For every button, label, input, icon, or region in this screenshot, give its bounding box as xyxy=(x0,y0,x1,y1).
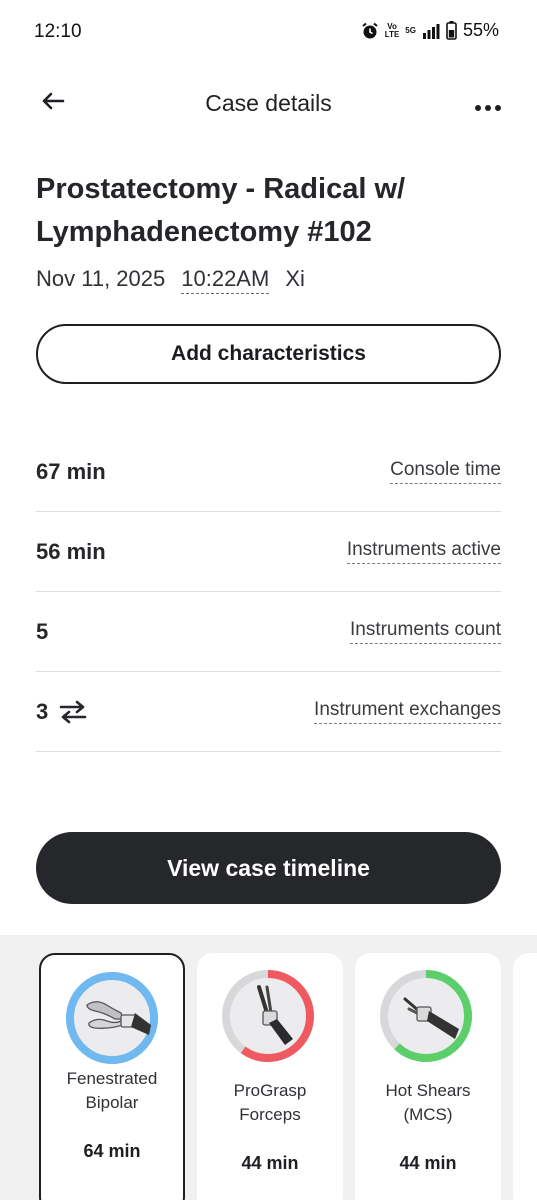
swap-arrows-icon xyxy=(59,700,87,723)
instrument-name: Fenestrated Bipolar xyxy=(41,1067,183,1115)
volte-indicator: Vo LTE xyxy=(384,21,400,39)
instrument-duration: 44 min xyxy=(399,1153,457,1173)
instrument-card[interactable]: Fenestrated Bipolar 64 min xyxy=(39,953,185,1200)
instrument-name-line: ProGrasp xyxy=(233,1081,307,1100)
case-system: Xi xyxy=(285,266,305,291)
instrument-carousel[interactable]: Fenestrated Bipolar 64 min ProGrasp Forc… xyxy=(0,935,537,1200)
usage-ring xyxy=(380,970,472,1062)
battery-percent: 55% xyxy=(462,20,499,40)
instrument-name: Hot Shears (MCS) xyxy=(355,1079,501,1127)
status-time: 12:10 xyxy=(34,21,82,42)
stat-row-instrument-exchanges: 3 Instrument exchanges xyxy=(36,672,501,752)
stat-value: 5 xyxy=(36,618,49,644)
stat-row-console-time: 67 min Console time xyxy=(36,432,501,512)
usage-ring xyxy=(222,970,314,1062)
instrument-name-line: (MCS) xyxy=(403,1105,453,1124)
instrument-name: ProGrasp Forceps xyxy=(197,1079,343,1127)
view-case-timeline-button[interactable]: View case timeline xyxy=(36,832,501,904)
add-characteristics-button[interactable]: Add characteristics xyxy=(36,324,501,384)
instrument-name-line: Hot Shears xyxy=(385,1081,471,1100)
stat-value-exchanges: 3 xyxy=(36,699,88,725)
case-date: Nov 11, 2025 xyxy=(36,266,166,291)
status-bar: 12:10 Vo LTE 5G 55% xyxy=(0,0,537,64)
stat-row-instruments-active: 56 min Instruments active xyxy=(36,512,501,592)
stat-label[interactable]: Console time xyxy=(390,459,501,484)
usage-ring xyxy=(66,972,158,1064)
stat-label[interactable]: Instruments count xyxy=(349,619,501,644)
battery-icon xyxy=(446,21,457,40)
instrument-name-line: Fenestrated xyxy=(66,1069,158,1088)
stat-value: 56 min xyxy=(36,538,106,564)
stat-value: 3 xyxy=(36,698,49,724)
stat-row-instruments-count: 5 Instruments count xyxy=(36,592,501,672)
instrument-card-partial[interactable] xyxy=(513,953,537,1200)
instrument-card[interactable]: ProGrasp Forceps 44 min xyxy=(197,953,343,1200)
case-title: Prostatectomy - Radical w/ Lymphadenecto… xyxy=(36,173,406,248)
case-time[interactable]: 10:22AM xyxy=(181,266,270,294)
alarm-icon xyxy=(362,22,378,38)
network-indicator: 5G xyxy=(405,25,416,35)
stat-label[interactable]: Instruments active xyxy=(346,539,501,564)
status-icons: Vo LTE 5G 55% xyxy=(361,20,499,41)
more-dots-icon xyxy=(475,105,501,111)
stat-value: 67 min xyxy=(36,458,106,484)
more-options-button[interactable] xyxy=(473,96,503,120)
instrument-duration: 64 min xyxy=(83,1141,141,1161)
instrument-duration: 44 min xyxy=(241,1153,299,1173)
instrument-card[interactable]: Hot Shears (MCS) 44 min xyxy=(355,953,501,1200)
case-meta: Nov 11, 2025 10:22AM Xi xyxy=(36,266,321,294)
instrument-name-line: Bipolar xyxy=(85,1093,139,1112)
instrument-name-line: Forceps xyxy=(239,1105,301,1124)
page-title: Case details xyxy=(205,90,332,116)
stat-label[interactable]: Instrument exchanges xyxy=(314,699,501,724)
case-stats: 67 min Console time 56 min Instruments a… xyxy=(36,432,501,752)
signal-icon xyxy=(422,23,440,39)
